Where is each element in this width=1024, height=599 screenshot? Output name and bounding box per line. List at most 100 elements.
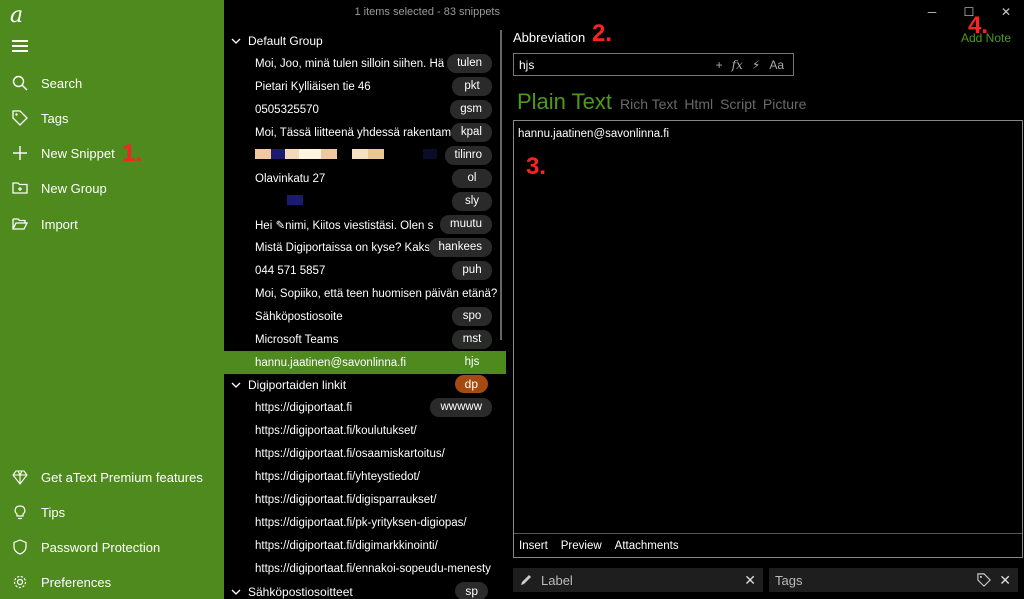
sidebar-item-new-snippet[interactable]: New Snippet	[0, 138, 224, 168]
chevron-down-icon[interactable]	[231, 382, 241, 388]
abbreviation-badge: gsm	[450, 100, 492, 119]
sidebar-item-label: Tags	[41, 110, 69, 126]
abbreviation-badge: tulen	[447, 54, 492, 73]
list-item[interactable]: https://digiportaat.fi/koulutukset/	[224, 419, 506, 442]
group-name: Digiportaiden linkit	[248, 377, 347, 392]
diamond-icon	[11, 468, 29, 486]
snippet-preview: Moi, Sopiiko, että teen huomisen päivän …	[255, 287, 498, 300]
clear-label-icon[interactable]: ✕	[744, 572, 756, 589]
tab-plain-text[interactable]: Plain Text	[517, 89, 612, 115]
list-scrollbar[interactable]	[500, 30, 502, 340]
group-abbreviation-badge: dp	[454, 375, 488, 393]
minimize-icon[interactable]: ─	[925, 5, 939, 19]
abbreviation-input[interactable]: hjs + fx ⚡ Aa	[513, 53, 794, 76]
list-item[interactable]: Moi, Tässä liitteenä yhdessä rakentama kp…	[224, 121, 506, 144]
open-folder-icon	[11, 215, 29, 233]
sidebar-item-label: Password Protection	[41, 539, 161, 555]
abbreviation-badge: mst	[452, 330, 492, 349]
sidebar-item-tips[interactable]: Tips	[0, 497, 224, 527]
lightning-icon[interactable]: ⚡	[752, 58, 760, 72]
group-abbreviation-badge: sp	[455, 582, 488, 599]
add-icon[interactable]: +	[716, 58, 723, 72]
tab-picture[interactable]: Picture	[763, 96, 807, 112]
sidebar-item-premium[interactable]: Get aText Premium features	[0, 462, 224, 492]
tab-rich-text[interactable]: Rich Text	[620, 96, 677, 112]
sidebar-item-label: Get aText Premium features	[41, 469, 203, 485]
list-item[interactable]: https://digiportaat.fi wwwww	[224, 396, 506, 419]
snippet-content-editor[interactable]: hannu.jaatinen@savonlinna.fi 3. Insert P…	[513, 120, 1023, 558]
list-item[interactable]: Olavinkatu 27 ol	[224, 167, 506, 190]
insert-button[interactable]: Insert	[519, 540, 548, 552]
annotation-marker-2: 2.	[592, 20, 613, 47]
list-item[interactable]: Microsoft Teams mst	[224, 328, 506, 351]
sidebar-item-search[interactable]: Search	[0, 68, 224, 98]
list-item[interactable]: https://digiportaat.fi/ennakoi-sopeudu-m…	[224, 557, 506, 580]
content-toolbar: Insert Preview Attachments	[514, 533, 1022, 557]
abbreviation-badge: kpal	[450, 123, 492, 142]
tags-field[interactable]: Tags ✕	[769, 568, 1018, 592]
shield-icon	[11, 538, 29, 556]
attachments-button[interactable]: Attachments	[615, 540, 679, 552]
close-icon[interactable]: ✕	[999, 5, 1013, 19]
tag-icon[interactable]	[977, 573, 992, 587]
case-icon[interactable]: Aa	[769, 58, 784, 72]
sidebar-item-preferences[interactable]: Preferences	[0, 567, 224, 597]
list-item[interactable]: Sähköpostiosoite spo	[224, 305, 506, 328]
content-type-tabs: Plain Text Rich Text Html Script Picture	[517, 89, 813, 115]
snippet-preview: https://digiportaat.fi/digisparraukset/	[255, 493, 437, 506]
list-item[interactable]: Hei ✎nimi, Kiitos viestistäsi. Olen s muu…	[224, 213, 506, 236]
hamburger-menu-icon[interactable]	[12, 40, 28, 52]
sidebar-item-import[interactable]: Import	[0, 209, 224, 239]
sidebar-item-new-group[interactable]: New Group	[0, 173, 224, 203]
chevron-down-icon[interactable]	[231, 589, 241, 595]
abbreviation-value: hjs	[519, 57, 535, 72]
list-item[interactable]: Moi, Joo, minä tulen silloin siihen. Hä t…	[224, 52, 506, 75]
sidebar-item-label: Search	[41, 75, 83, 91]
list-item[interactable]: sly	[224, 190, 506, 213]
clear-tags-icon[interactable]: ✕	[999, 572, 1011, 589]
abbreviation-badge: hjs	[464, 356, 480, 368]
tab-script[interactable]: Script	[720, 96, 756, 112]
list-item[interactable]: Moi, Sopiiko, että teen huomisen päivän …	[224, 282, 506, 305]
abbreviation-label: Abbreviation	[513, 30, 586, 45]
group-default[interactable]: Default Group	[224, 29, 506, 52]
group-digiportaiden-linkit[interactable]: Digiportaiden linkit dp	[224, 373, 506, 396]
sidebar-item-label: New Group	[41, 180, 107, 196]
list-item[interactable]: https://digiportaat.fi/pk-yrityksen-digi…	[224, 511, 506, 534]
tab-html[interactable]: Html	[684, 96, 713, 112]
label-placeholder: Label	[541, 572, 573, 588]
list-item-selected[interactable]: hannu.jaatinen@savonlinna.fi hjs	[224, 351, 506, 374]
snippet-preview: https://digiportaat.fi/osaamiskartoitus/	[255, 447, 445, 460]
pen-icon	[519, 573, 533, 587]
sidebar-item-label: Tips	[41, 504, 66, 520]
list-item[interactable]: https://digiportaat.fi/yhteystiedot/	[224, 465, 506, 488]
abbreviation-badge: ol	[452, 169, 492, 188]
list-item[interactable]: https://digiportaat.fi/digimarkkinointi/	[224, 534, 506, 557]
annotation-marker-4: 4.	[968, 12, 989, 39]
snippet-editor: ─ ☐ ✕ Abbreviation 2. Add Note 4. hjs + …	[506, 0, 1024, 599]
abbreviation-badge: muutu	[440, 215, 492, 234]
label-field[interactable]: Label ✕	[513, 568, 763, 592]
list-item[interactable]: https://digiportaat.fi/osaamiskartoitus/	[224, 442, 506, 465]
abbreviation-badge: puh	[452, 261, 492, 280]
gear-icon	[11, 573, 29, 591]
list-item[interactable]: 0505325570 gsm	[224, 98, 506, 121]
sidebar-item-tags[interactable]: Tags	[0, 103, 224, 133]
lightbulb-icon	[11, 503, 29, 521]
new-folder-icon	[11, 179, 29, 197]
sidebar-item-label: Preferences	[41, 574, 112, 590]
chevron-down-icon[interactable]	[231, 38, 241, 44]
list-item[interactable]: tilinro	[224, 144, 506, 167]
function-icon[interactable]: fx	[732, 58, 743, 72]
list-item[interactable]: https://digiportaat.fi/digisparraukset/	[224, 488, 506, 511]
sidebar-item-password-protection[interactable]: Password Protection	[0, 532, 224, 562]
list-item[interactable]: Mistä Digiportaissa on kyse? Kaksi hankee…	[224, 236, 506, 259]
preview-button[interactable]: Preview	[561, 540, 602, 552]
list-item[interactable]: Pietari Kylliäisen tie 46 pkt	[224, 75, 506, 98]
list-item[interactable]: 044 571 5857 puh	[224, 259, 506, 282]
tags-placeholder: Tags	[775, 572, 803, 588]
snippet-preview: https://digiportaat.fi/koulutukset/	[255, 424, 417, 437]
group-sahkopostiosoitteet[interactable]: Sähköpostiosoitteet sp	[224, 580, 506, 599]
app-logo: a	[10, 3, 24, 28]
snippet-content-text: hannu.jaatinen@savonlinna.fi	[518, 128, 670, 140]
